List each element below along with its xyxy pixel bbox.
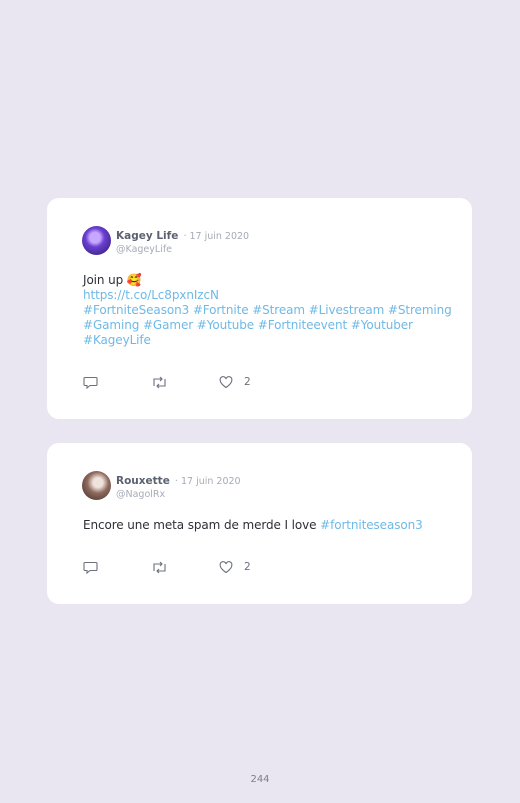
author-name[interactable]: Kagey Life — [116, 230, 178, 242]
retweet-button[interactable] — [151, 376, 219, 389]
like-count: 2 — [244, 561, 251, 573]
author-handle[interactable]: @KageyLife — [116, 244, 249, 256]
tweet-actions: 2 — [83, 560, 251, 574]
tweet-date: · 17 juin 2020 — [174, 476, 241, 487]
author-name[interactable]: Rouxette — [116, 475, 170, 487]
tweet-text: Join up 🥰 https://t.co/Lc8pxnIzcN #Fortn… — [83, 273, 452, 348]
reply-icon — [83, 561, 98, 574]
reply-button[interactable] — [83, 376, 151, 389]
tweet-hashtag[interactable]: #fortniteseason3 — [320, 518, 423, 532]
tweet-text-line: Encore une meta spam de merde I love — [83, 518, 317, 532]
like-button[interactable]: 2 — [219, 560, 251, 574]
author-handle[interactable]: @NagolRx — [116, 489, 241, 501]
tweet-header: Kagey Life · 17 juin 2020 @KageyLife — [116, 228, 249, 256]
retweet-icon — [153, 561, 166, 573]
retweet-button[interactable] — [151, 561, 219, 574]
tweet-link[interactable]: https://t.co/Lc8pxnIzcN — [83, 288, 452, 303]
tweet-date: · 17 juin 2020 — [183, 231, 250, 242]
tweet-card: Rouxette · 17 juin 2020 @NagolRx Encore … — [47, 443, 472, 604]
reply-button[interactable] — [83, 561, 151, 574]
avatar[interactable] — [82, 226, 111, 255]
tweet-text: Encore une meta spam de merde I love #fo… — [83, 518, 452, 533]
tweet-card: Kagey Life · 17 juin 2020 @KageyLife Joi… — [47, 198, 472, 419]
tweet-header: Rouxette · 17 juin 2020 @NagolRx — [116, 473, 241, 501]
avatar[interactable] — [82, 471, 111, 500]
heart-icon — [219, 375, 233, 388]
reply-icon — [83, 376, 98, 389]
heart-icon — [219, 560, 233, 573]
like-count: 2 — [244, 376, 251, 388]
retweet-icon — [153, 376, 166, 388]
tweet-hashtags[interactable]: #FortniteSeason3 #Fortnite #Stream #Live… — [83, 303, 452, 348]
tweet-actions: 2 — [83, 375, 251, 389]
tweet-text-line: Join up 🥰 — [83, 273, 142, 287]
page-number: 244 — [250, 774, 270, 785]
like-button[interactable]: 2 — [219, 375, 251, 389]
